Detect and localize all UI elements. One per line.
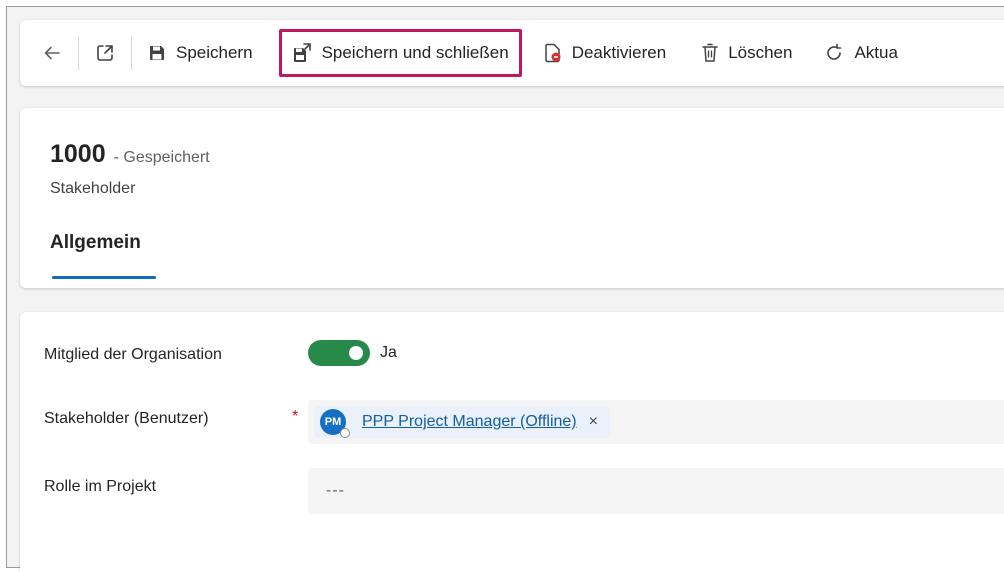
record-save-status: - Gespeichert	[113, 149, 210, 166]
role-field-label: Rolle im Projekt	[44, 478, 157, 495]
role-input-value: ---	[326, 482, 345, 499]
toggle-knob	[349, 346, 363, 360]
form-section: Mitglied der Organisation Ja Stakeholder…	[20, 312, 1004, 572]
deactivate-button[interactable]: Deaktivieren	[522, 32, 679, 74]
deactivate-document-icon	[544, 43, 562, 63]
save-and-close-icon	[292, 42, 312, 64]
member-field-label: Mitglied der Organisation	[44, 346, 222, 363]
member-toggle[interactable]	[308, 340, 370, 366]
refresh-label: Aktua	[854, 43, 898, 62]
stakeholder-field-label: Stakeholder (Benutzer)	[44, 410, 209, 427]
record-header: 1000 - Gespeichert Stakeholder Allgemein	[20, 108, 1004, 288]
role-input[interactable]: ---	[308, 468, 1004, 514]
avatar-initials: PM	[324, 416, 342, 428]
refresh-icon	[824, 43, 844, 63]
member-toggle-field: Ja	[308, 340, 397, 366]
save-label: Speichern	[176, 43, 253, 62]
save-and-close-label: Speichern und schließen	[321, 43, 509, 62]
refresh-button[interactable]: Aktua	[804, 32, 909, 74]
avatar: PM	[320, 409, 350, 438]
trash-icon	[702, 43, 718, 63]
open-in-new-window-button[interactable]	[79, 32, 131, 74]
command-bar: Speichern Speichern und schließen Deakti…	[20, 20, 1004, 86]
record-title: 1000 - Gespeichert	[50, 140, 210, 169]
member-toggle-value: Ja	[380, 344, 397, 361]
back-button[interactable]	[20, 32, 78, 74]
stakeholder-chip: PM PPP Project Manager (Offline) ×	[314, 406, 610, 438]
arrow-left-icon	[42, 43, 62, 63]
open-in-new-window-icon	[95, 43, 115, 63]
active-tab-indicator	[52, 276, 156, 279]
delete-button[interactable]: Löschen	[678, 32, 804, 74]
record-id: 1000	[50, 140, 106, 168]
tab-allgemein[interactable]: Allgemein	[50, 232, 141, 254]
save-icon	[148, 44, 166, 62]
save-button[interactable]: Speichern	[132, 32, 265, 74]
required-indicator: *	[292, 408, 299, 425]
delete-label: Löschen	[728, 43, 793, 62]
save-and-close-button[interactable]: Speichern und schließen	[278, 29, 522, 77]
record-entity-name: Stakeholder	[50, 180, 136, 197]
deactivate-label: Deaktivieren	[571, 43, 667, 62]
stakeholder-lookup[interactable]: PM PPP Project Manager (Offline) ×	[308, 400, 1004, 444]
stakeholder-link[interactable]: PPP Project Manager (Offline)	[362, 413, 577, 431]
remove-stakeholder-button[interactable]: ×	[589, 413, 598, 431]
presence-offline-icon	[340, 428, 350, 438]
